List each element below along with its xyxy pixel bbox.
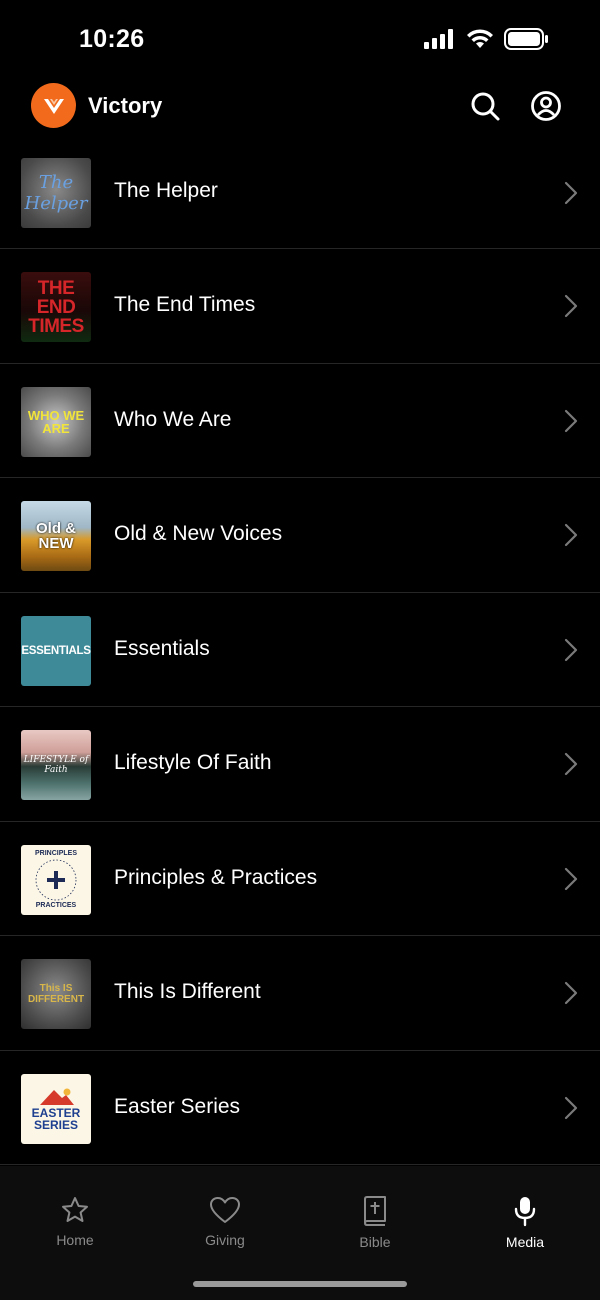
- list-item[interactable]: Old & NEW Old & New Voices: [0, 478, 600, 593]
- chevron-right-icon: [564, 1096, 578, 1119]
- victory-logo: [31, 83, 76, 128]
- cellular-signal-icon: [424, 29, 453, 49]
- microphone-icon: [514, 1197, 536, 1227]
- easter-mountain-icon: [40, 1088, 74, 1105]
- chevron-right-icon: [564, 294, 578, 318]
- thumbnail-text: LIFESTYLE of Faith: [23, 755, 89, 775]
- series-title: Essentials: [114, 636, 210, 660]
- chevron-right-icon: [564, 638, 578, 661]
- series-title: Easter Series: [114, 1094, 241, 1118]
- list-item[interactable]: This IS DIFFERENT This Is Different: [0, 936, 600, 1051]
- tab-label: Bible: [359, 1234, 391, 1250]
- series-thumbnail: ESSENTIALS: [21, 615, 91, 686]
- status-icons: [424, 28, 548, 50]
- tab-label: Media: [505, 1234, 545, 1250]
- status-time: 10:26: [79, 25, 145, 53]
- chevron-right-icon: [564, 181, 578, 205]
- series-thumbnail: The Helper: [21, 158, 91, 228]
- bible-icon: [364, 1196, 386, 1226]
- series-title: The Helper: [114, 179, 218, 202]
- heart-icon: [210, 1197, 240, 1223]
- tab-bible[interactable]: Bible: [315, 1195, 435, 1250]
- series-thumbnail: EASTER SERIES: [21, 1073, 91, 1144]
- tab-label: Giving: [205, 1232, 245, 1248]
- list-item[interactable]: THE END TIMES The End Times: [0, 249, 600, 364]
- series-list: The Helper The Helper THE END TIMES The …: [0, 135, 600, 1165]
- status-bar: 10:26: [0, 0, 600, 80]
- star-icon: [62, 1197, 88, 1222]
- series-title: Who We Are: [114, 407, 232, 431]
- tab-bar: Home Giving Bible Media: [0, 1166, 600, 1300]
- series-title: Lifestyle Of Faith: [114, 751, 272, 774]
- series-thumbnail: This IS DIFFERENT: [21, 959, 91, 1029]
- tab-home[interactable]: Home: [15, 1195, 135, 1248]
- chevron-right-icon: [564, 409, 578, 432]
- series-thumbnail: WHO WE ARE: [21, 386, 91, 457]
- list-item[interactable]: PRINCIPLES PRACTICES Principles & Practi…: [0, 822, 600, 936]
- series-title: This Is Different: [114, 980, 261, 1003]
- tab-media[interactable]: Media: [465, 1195, 585, 1250]
- list-item[interactable]: ESSENTIALS Essentials: [0, 593, 600, 707]
- thumbnail-text: Old & NEW: [36, 520, 76, 552]
- series-title: The End Times: [114, 293, 256, 316]
- series-thumbnail: PRINCIPLES PRACTICES: [21, 844, 91, 915]
- chevron-right-icon: [564, 523, 578, 547]
- thumbnail-text: ESSENTIALS: [21, 644, 91, 657]
- series-title: Principles & Practices: [114, 865, 318, 889]
- series-thumbnail: LIFESTYLE of Faith: [21, 730, 91, 800]
- wifi-icon: [467, 29, 493, 48]
- thumbnail-text: THE END TIMES: [28, 277, 84, 337]
- app-title: Victory: [88, 93, 163, 118]
- victory-v-icon: [43, 98, 64, 114]
- chevron-right-icon: [564, 981, 578, 1005]
- list-item[interactable]: WHO WE ARE Who We Are: [0, 364, 600, 478]
- list-item[interactable]: The Helper The Helper: [0, 135, 600, 249]
- thumbnail-text: WHO WE ARE: [27, 407, 85, 436]
- thumbnail-text: PRINCIPLES PRACTICES: [34, 849, 77, 909]
- list-item[interactable]: EASTER SERIES Easter Series: [0, 1051, 600, 1165]
- series-thumbnail: THE END TIMES: [21, 272, 91, 342]
- profile-icon[interactable]: [530, 90, 562, 122]
- thumbnail-text: EASTER SERIES: [31, 1105, 81, 1132]
- chevron-right-icon: [564, 867, 578, 890]
- thumbnail-text: This IS DIFFERENT: [27, 983, 85, 1005]
- list-item[interactable]: LIFESTYLE of Faith Lifestyle Of Faith: [0, 707, 600, 822]
- series-title: Old & New Voices: [114, 522, 283, 545]
- tab-giving[interactable]: Giving: [165, 1195, 285, 1248]
- search-icon[interactable]: [469, 90, 501, 122]
- chevron-right-icon: [564, 752, 578, 776]
- series-thumbnail: Old & NEW: [21, 501, 91, 571]
- tab-label: Home: [56, 1232, 94, 1248]
- battery-icon: [504, 28, 548, 50]
- home-indicator: [193, 1281, 407, 1287]
- thumbnail-text: The Helper: [24, 172, 88, 214]
